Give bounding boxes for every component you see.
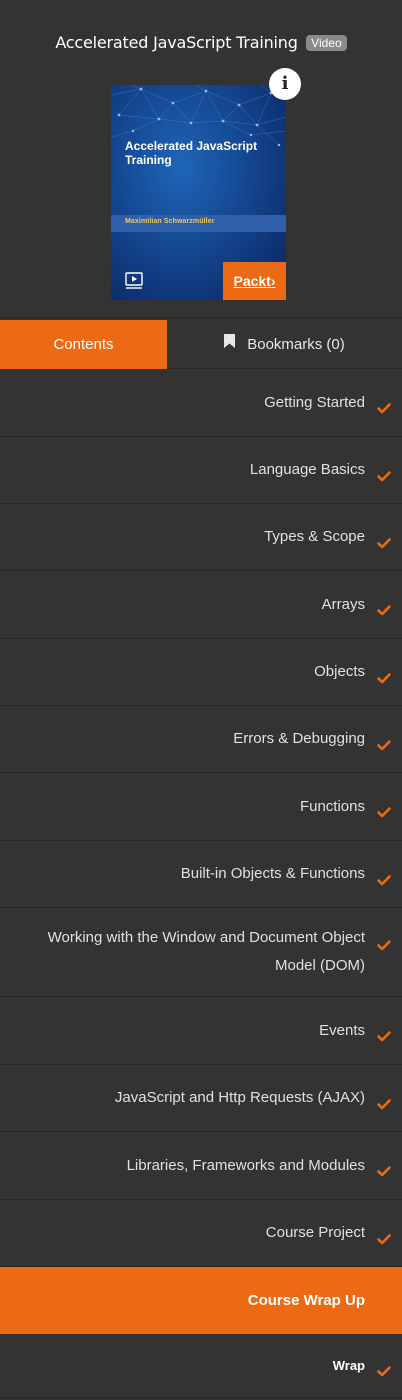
tab-bookmarks[interactable]: Bookmarks (0) [167, 320, 402, 369]
section-item[interactable]: Built-in Objects & Functions [0, 841, 402, 908]
section-label: Working with the Window and Document Obj… [47, 929, 365, 974]
publisher-logo: Packt› [223, 262, 286, 300]
checkmark-icon [377, 1164, 391, 1182]
bookmark-icon [224, 319, 236, 368]
section-label: Getting Started [264, 393, 365, 411]
section-item[interactable]: Libraries, Frameworks and Modules [0, 1132, 402, 1200]
section-label: Language Basics [249, 461, 365, 478]
checkmark-icon [377, 1364, 391, 1382]
section-item[interactable]: Events [0, 997, 402, 1065]
author-band: Maximilian Schwarzmüller [111, 215, 286, 232]
section-item[interactable]: Working with the Window and Document Obj… [0, 908, 402, 997]
title-row: Accelerated JavaScript Training Video [0, 33, 402, 52]
tab-bookmarks-label: Bookmarks (0) [247, 336, 345, 353]
video-play-icon [125, 272, 145, 295]
section-label: Libraries, Frameworks and Modules [126, 1156, 365, 1174]
checkmark-icon [377, 805, 391, 823]
section-label: Course Project [265, 1224, 365, 1241]
section-item[interactable]: Errors & Debugging [0, 706, 402, 773]
cover-title: Accelerated JavaScript Training [125, 139, 258, 167]
section-label: Functions [299, 797, 365, 815]
section-label: Objects [314, 663, 365, 680]
section-item[interactable]: Course Wrap Up [0, 1267, 402, 1334]
section-item[interactable]: Course Project [0, 1200, 402, 1267]
section-item[interactable]: Objects [0, 639, 402, 706]
section-item[interactable]: Arrays [0, 571, 402, 639]
checkmark-icon [377, 873, 391, 891]
checkmark-icon [377, 401, 391, 419]
section-item[interactable]: JavaScript and Http Requests (AJAX) [0, 1065, 402, 1132]
checkmark-icon [377, 469, 391, 487]
section-label: Wrap [332, 1357, 365, 1373]
info-icon[interactable]: i [269, 68, 301, 100]
section-item[interactable]: Language Basics [0, 437, 402, 504]
checkmark-icon [377, 536, 391, 554]
checkmark-icon [377, 738, 391, 756]
section-item[interactable]: Types & Scope [0, 504, 402, 571]
lesson-item[interactable]: Wrap [0, 1334, 402, 1398]
book-title: Accelerated JavaScript Training [55, 33, 298, 52]
checkmark-icon [377, 603, 391, 621]
checkmark-icon [377, 1232, 391, 1250]
contents-list: Getting Started Language Basics Types & Sc… [0, 369, 402, 1398]
content-tabs: Contents Bookmarks (0) [0, 320, 402, 369]
section-item[interactable]: Functions [0, 773, 402, 841]
checkmark-icon [377, 938, 391, 956]
checkmark-icon [377, 1029, 391, 1047]
section-label: Arrays [321, 595, 365, 613]
checkmark-icon [377, 671, 391, 689]
video-badge: Video [306, 34, 347, 51]
section-label: Course Wrap Up [247, 1291, 365, 1309]
book-cover[interactable]: Accelerated JavaScript Training Maximili… [111, 85, 286, 300]
section-label: Types & Scope [264, 528, 365, 545]
tab-contents[interactable]: Contents [0, 320, 167, 369]
book-header: Accelerated JavaScript Training Video Ac… [0, 0, 402, 318]
checkmark-icon [377, 1097, 391, 1115]
section-label: Errors & Debugging [233, 730, 365, 747]
section-label: JavaScript and Http Requests (AJAX) [114, 1089, 365, 1106]
section-label: Events [319, 1021, 365, 1039]
section-item[interactable]: Getting Started [0, 369, 402, 437]
cover-author: Maximilian Schwarzmüller [125, 218, 215, 225]
section-label: Built-in Objects & Functions [180, 865, 365, 882]
